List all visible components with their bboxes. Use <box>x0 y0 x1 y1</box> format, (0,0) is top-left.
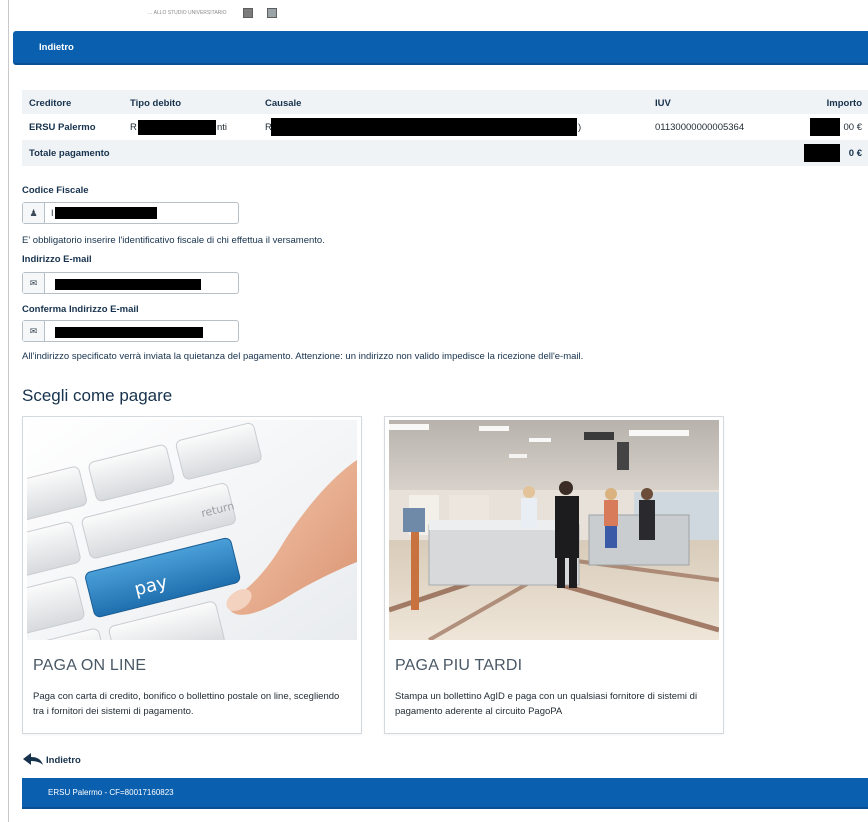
codice-fiscale-note: E' obbligatorio inserire l'identificativ… <box>22 235 325 246</box>
cell-causale-end: ) <box>578 122 582 133</box>
redaction-total <box>804 144 840 162</box>
envelope-icon: ✉ <box>23 273 45 293</box>
top-strip-text: … ALLO STUDIO UNIVERSITARIO <box>147 10 227 16</box>
codice-fiscale-field[interactable]: ♟ I <box>22 202 239 224</box>
redaction-tipo-debito <box>138 120 216 135</box>
pay-later-description: Stampa un bollettino AgID e paga con un … <box>395 691 698 717</box>
table-row: ERSU Palermo R nti R ) 01130000000005364… <box>22 114 868 140</box>
keyboard-pay-image: return pay <box>27 420 357 640</box>
email-label: Indirizzo E-mail <box>22 254 92 265</box>
pay-online-description: Paga con carta di credito, bonifico o bo… <box>33 691 340 717</box>
footer-bar: ERSU Palermo - CF=80017160823 <box>22 778 868 809</box>
column-header-creditore: Creditore <box>29 98 72 109</box>
column-header-causale: Causale <box>265 98 302 109</box>
payment-table: Creditore Tipo debito Causale IUV Import… <box>22 90 868 166</box>
cell-iuv: 01130000000005364 <box>655 122 745 133</box>
pay-online-card[interactable]: return pay PAGA ON LINE Paga con carta d… <box>22 416 362 734</box>
back-arrow-icon <box>22 752 44 769</box>
email-field[interactable]: ✉ <box>22 272 239 294</box>
total-amount-end: 0 € <box>848 148 862 159</box>
codice-fiscale-value: I <box>51 208 54 218</box>
pay-later-title[interactable]: PAGA PIU TARDI <box>395 657 522 675</box>
redaction-confirm-email <box>55 327 203 338</box>
redaction-email <box>55 279 201 290</box>
redaction-causale <box>271 118 577 136</box>
column-header-iuv: IUV <box>655 98 671 109</box>
bottom-back-label[interactable]: Indietro <box>46 755 81 766</box>
cell-tipo-debito-end: nti <box>217 122 228 133</box>
column-header-importo: Importo <box>826 98 862 109</box>
emblem-icon <box>267 8 277 18</box>
table-header-row: Creditore Tipo debito Causale IUV Import… <box>22 90 868 114</box>
redaction-codice-fiscale <box>55 207 157 219</box>
user-icon: ♟ <box>23 203 45 223</box>
pay-online-title[interactable]: PAGA ON LINE <box>33 657 146 675</box>
envelope-icon: ✉ <box>23 321 45 341</box>
email-note: All'indirizzo specificato verrà inviata … <box>22 351 584 362</box>
logo-icon <box>243 8 253 18</box>
column-header-tipo-debito: Tipo debito <box>130 98 182 109</box>
top-logo-strip: … ALLO STUDIO UNIVERSITARIO <box>145 2 277 24</box>
confirm-email-field[interactable]: ✉ <box>22 320 239 342</box>
cell-creditore: ERSU Palermo <box>29 122 96 133</box>
pay-later-card[interactable]: PAGA PIU TARDI Stampa un bollettino AgID… <box>384 416 724 734</box>
codice-fiscale-label: Codice Fiscale <box>22 185 89 196</box>
bank-office-image <box>389 420 719 640</box>
cell-tipo-debito-start: R <box>130 122 137 133</box>
total-label: Totale pagamento <box>29 148 110 159</box>
bottom-back-link[interactable]: Indietro <box>22 752 81 768</box>
top-navbar: Indietro <box>13 31 868 65</box>
table-total-row: Totale pagamento 0 € <box>22 140 868 166</box>
top-back-link[interactable]: Indietro <box>39 42 74 53</box>
cell-importo-end: 00 € <box>843 122 863 133</box>
section-title: Scegli come pagare <box>22 386 173 405</box>
redaction-importo <box>810 118 840 136</box>
confirm-email-label: Conferma Indirizzo E-mail <box>22 304 139 315</box>
footer-text: ERSU Palermo - CF=80017160823 <box>48 788 174 797</box>
